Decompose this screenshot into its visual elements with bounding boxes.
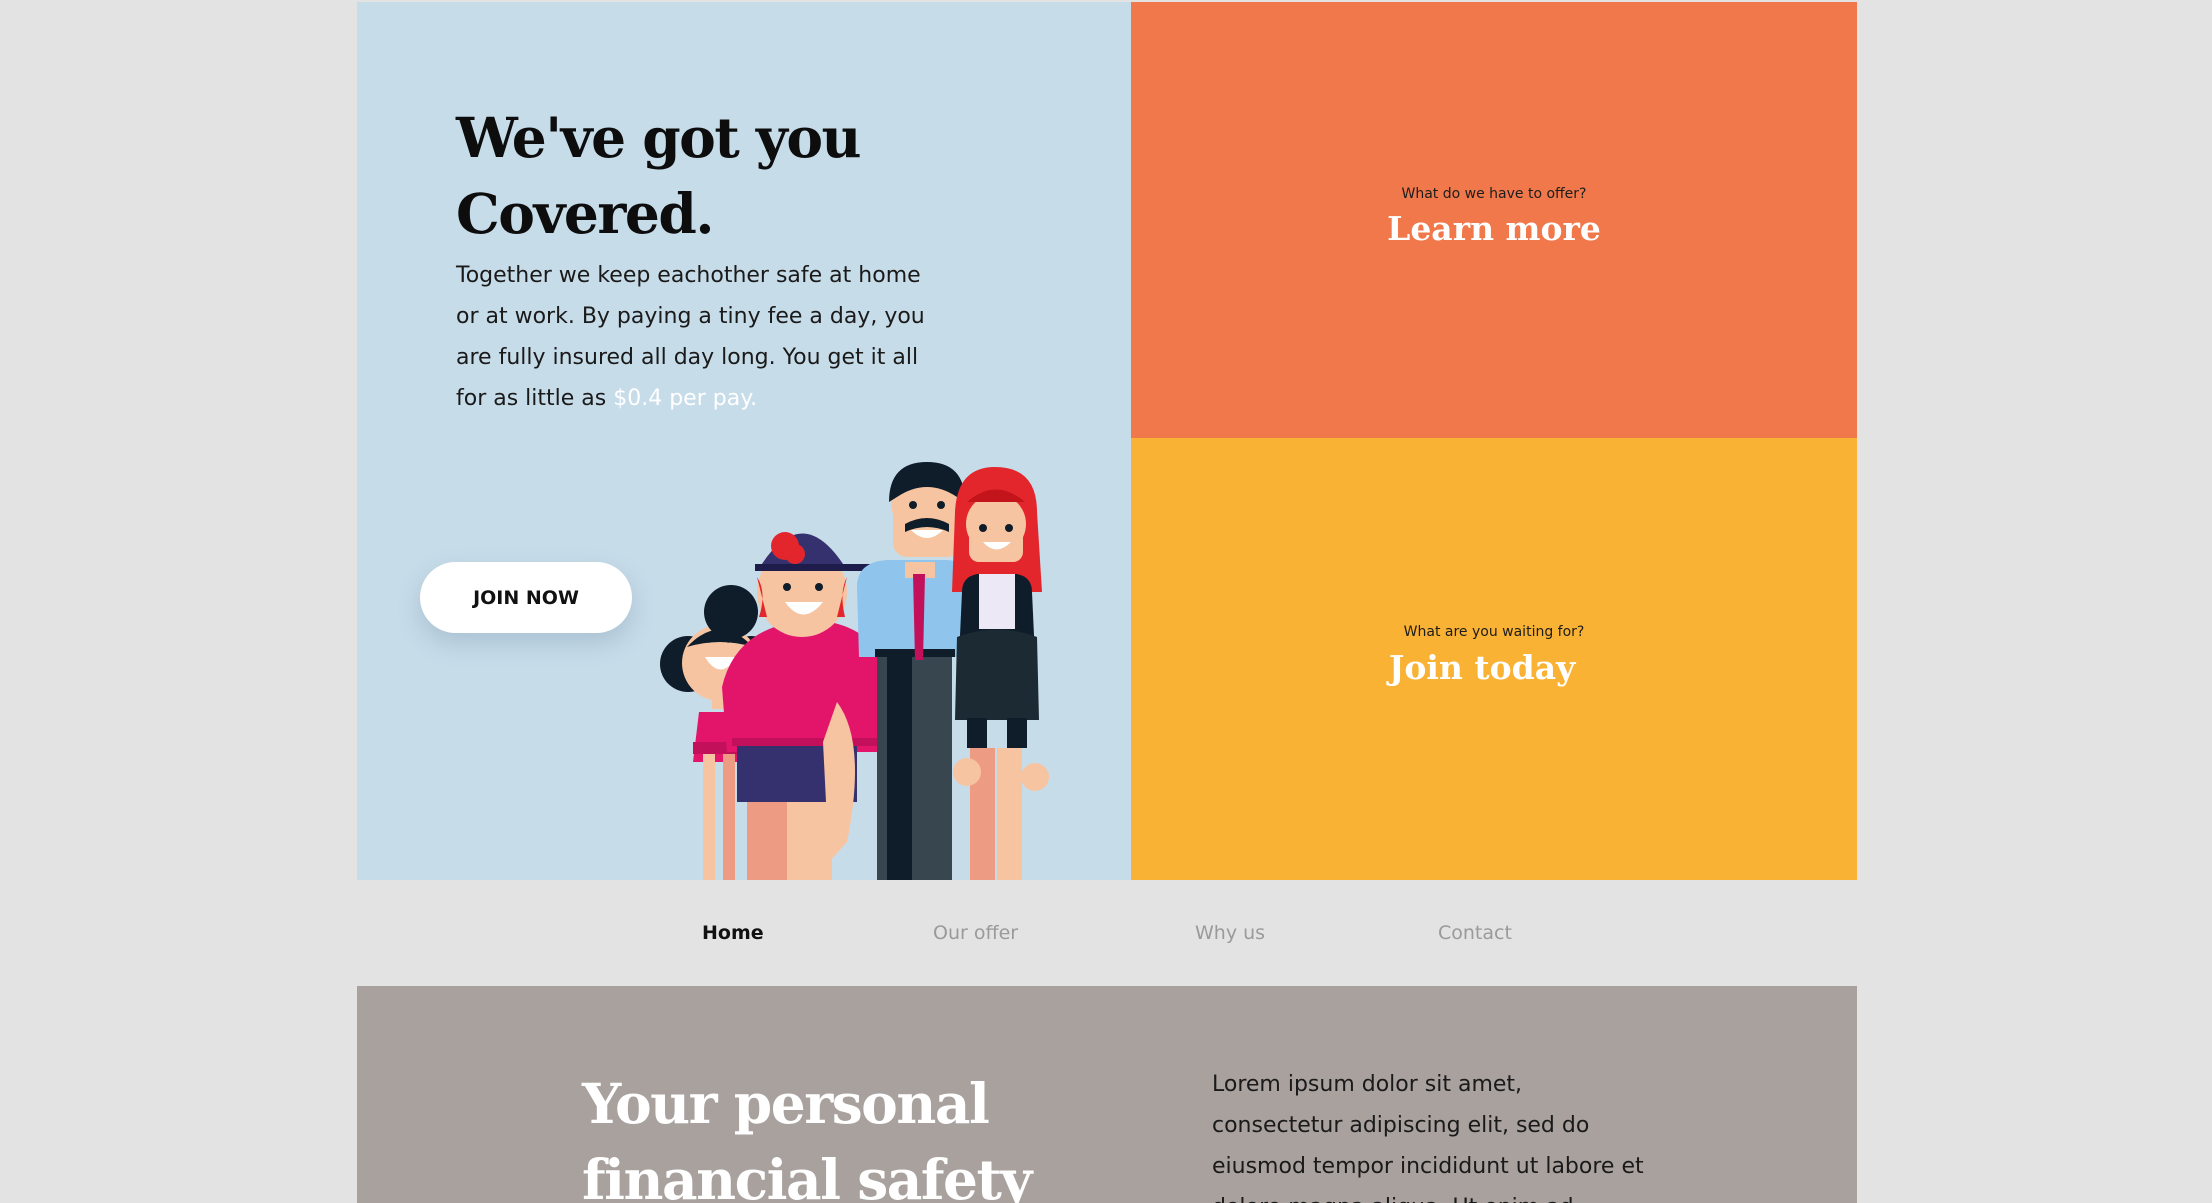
hero-price: $0.4 per pay. <box>613 386 758 411</box>
learn-more-eyebrow: What do we have to offer? <box>1401 186 1587 202</box>
section-text: Lorem ipsum dolor sit amet, consectetur … <box>1212 1072 1644 1203</box>
learn-more-link[interactable]: Learn more <box>1131 209 1857 248</box>
main-nav: Home Our offer Why us Contact <box>357 880 1857 986</box>
join-today-eyebrow: What are you waiting for? <box>1403 624 1585 640</box>
join-today-link[interactable]: Join today <box>1119 648 1845 687</box>
family-illustration <box>660 462 1049 880</box>
nav-item-our-offer[interactable]: Our offer <box>933 922 1018 944</box>
nav-item-contact[interactable]: Contact <box>1438 922 1512 944</box>
hero-title: We've got you Covered. <box>456 105 862 246</box>
section-title: Your personal financial safety <box>582 1071 1032 1203</box>
nav-item-home[interactable]: Home <box>702 922 764 944</box>
financial-safety-section: Your personal financial safety Lorem ips… <box>357 986 1857 1203</box>
join-today-panel[interactable]: What are you waiting for? Join today <box>1131 438 1857 880</box>
hero-section: We've got you Covered. Together we keep … <box>357 2 1131 880</box>
join-now-button[interactable]: JOIN NOW <box>420 562 632 633</box>
nav-item-why-us[interactable]: Why us <box>1195 922 1265 944</box>
woman-redhair-figure <box>952 467 1049 880</box>
page: We've got you Covered. Together we keep … <box>357 2 1857 1203</box>
learn-more-panel[interactable]: What do we have to offer? Learn more <box>1131 2 1857 438</box>
hero-description: Together we keep eachother safe at home … <box>456 255 936 419</box>
